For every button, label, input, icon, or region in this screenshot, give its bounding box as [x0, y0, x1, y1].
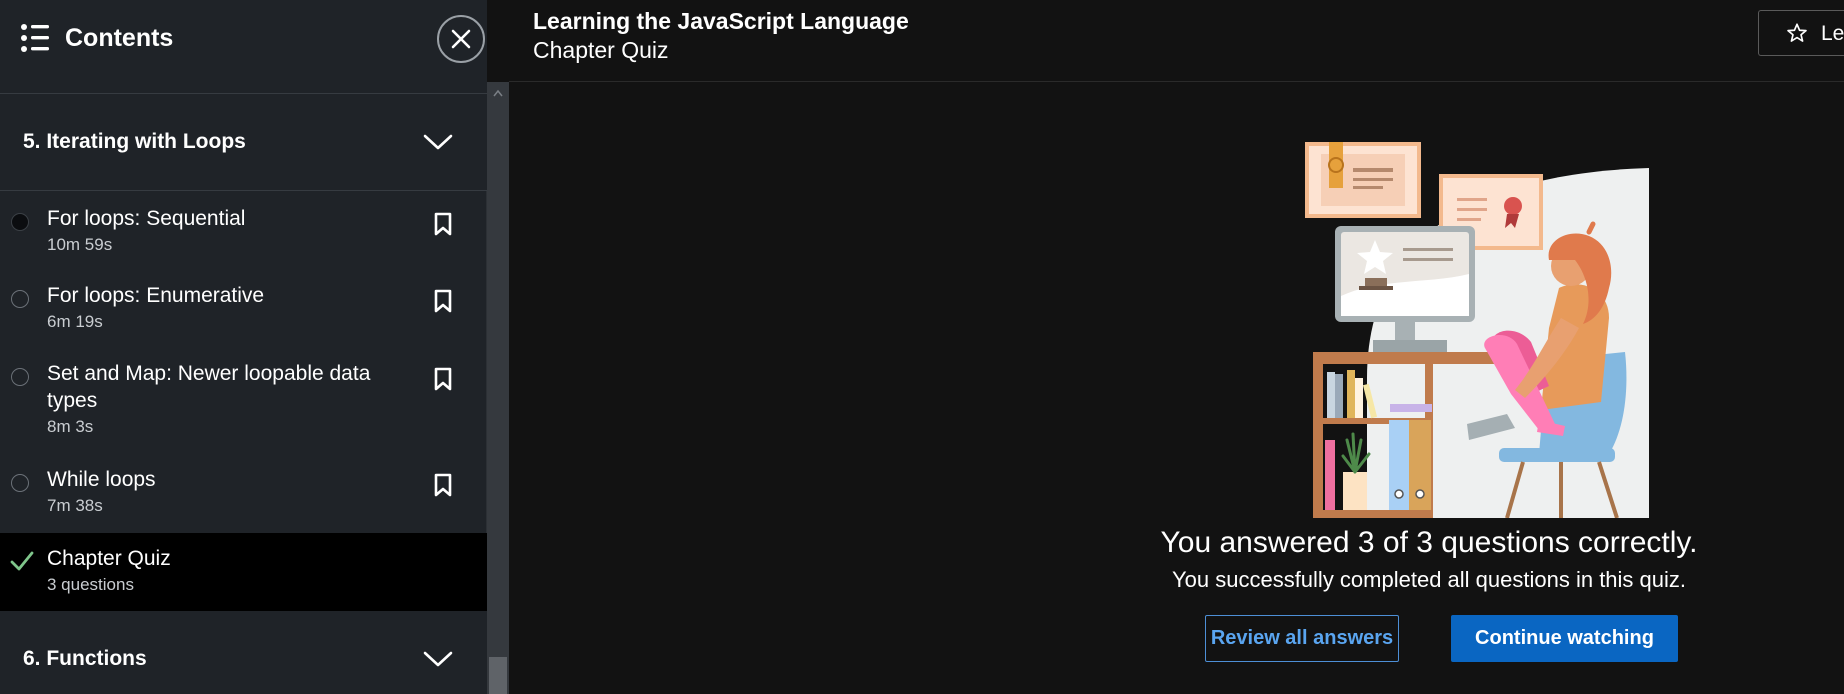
- sidebar-header: Contents: [0, 0, 487, 94]
- list-icon: [21, 24, 49, 52]
- scroll-up-arrow-icon[interactable]: [487, 82, 509, 104]
- item-title: For loops: Sequential: [47, 207, 246, 230]
- quiz-score-text: You answered 3 of 3 questions correctly.: [1160, 526, 1698, 559]
- list-item[interactable]: For loops: Enumerative 6m 19s: [0, 268, 487, 346]
- section-header-iterating-with-loops[interactable]: 5. Iterating with Loops: [0, 94, 487, 190]
- app: Contents 5. Iterating with Loops For loo…: [0, 0, 1844, 694]
- star-icon: [1787, 23, 1807, 42]
- list-item[interactable]: For loops: Sequential 10m 59s: [0, 191, 487, 268]
- quiz-completion-message: You successfully completed all questions…: [1171, 567, 1687, 592]
- section-title: 5. Iterating with Loops: [23, 130, 246, 153]
- quiz-result-panel: You answered 3 of 3 questions correctly.…: [509, 82, 1844, 694]
- content-header: Learning the JavaScript Language Chapter…: [509, 0, 1844, 82]
- course-title: Learning the JavaScript Language: [533, 8, 909, 34]
- chevron-down-icon: [423, 134, 453, 150]
- quiz-complete-illustration: [1305, 142, 1649, 518]
- contents-sidebar: Contents 5. Iterating with Loops For loo…: [0, 0, 487, 694]
- item-question-count: 3 questions: [47, 575, 134, 594]
- bookmark-icon[interactable]: [432, 366, 454, 392]
- list-item[interactable]: While loops 7m 38s: [0, 450, 487, 528]
- item-duration: 8m 3s: [47, 417, 94, 436]
- review-all-answers-button[interactable]: Review all answers: [1205, 615, 1399, 662]
- scrollbar-thumb[interactable]: [489, 657, 507, 694]
- not-started-circle-icon: [11, 474, 29, 492]
- close-icon: [451, 29, 471, 49]
- sidebar-title: Contents: [65, 24, 174, 52]
- close-button[interactable]: [437, 15, 485, 63]
- item-duration: 6m 19s: [47, 312, 103, 331]
- progress-indicator-icon: [11, 213, 29, 231]
- bookmark-icon[interactable]: [432, 472, 454, 498]
- check-icon: [10, 551, 34, 571]
- header-action-label: Lea: [1821, 22, 1844, 45]
- chapter-title: Chapter Quiz: [533, 37, 669, 63]
- chevron-down-icon: [423, 651, 453, 667]
- item-title: For loops: Enumerative: [47, 284, 265, 307]
- list-item-active[interactable]: Chapter Quiz 3 questions: [0, 533, 487, 611]
- not-started-circle-icon: [11, 368, 29, 386]
- not-started-circle-icon: [11, 290, 29, 308]
- section-header-functions[interactable]: 6. Functions: [0, 611, 487, 694]
- section-title: 6. Functions: [23, 647, 147, 670]
- item-title: While loops: [47, 468, 156, 491]
- item-duration: 7m 38s: [47, 496, 103, 515]
- continue-watching-button[interactable]: Continue watching: [1451, 615, 1678, 662]
- item-title: Set and Map: Newer loopable data types: [47, 362, 371, 412]
- sidebar-scroll-area: 5. Iterating with Loops For loops: Seque…: [0, 94, 487, 694]
- header-action-button[interactable]: Lea: [1758, 10, 1844, 56]
- bookmark-icon[interactable]: [432, 288, 454, 314]
- list-item[interactable]: Set and Map: Newer loopable data types 8…: [0, 346, 487, 450]
- sidebar-scrollbar[interactable]: [487, 82, 509, 694]
- item-duration: 10m 59s: [47, 235, 113, 254]
- item-title: Chapter Quiz: [47, 547, 171, 570]
- bookmark-icon[interactable]: [432, 211, 454, 237]
